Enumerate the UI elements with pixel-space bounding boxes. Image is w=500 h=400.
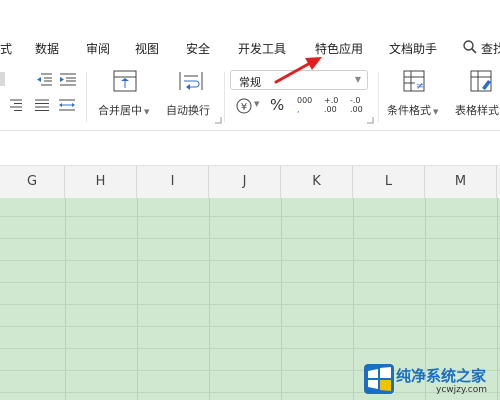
watermark-title: 纯净系统之家 [396, 367, 487, 385]
watermark: 纯净系统之家 ycwjzy.com [360, 358, 500, 400]
annotation-arrow-icon [274, 57, 322, 84]
watermark-logo-icon [364, 364, 394, 394]
watermark-url: ycwjzy.com [436, 385, 487, 395]
